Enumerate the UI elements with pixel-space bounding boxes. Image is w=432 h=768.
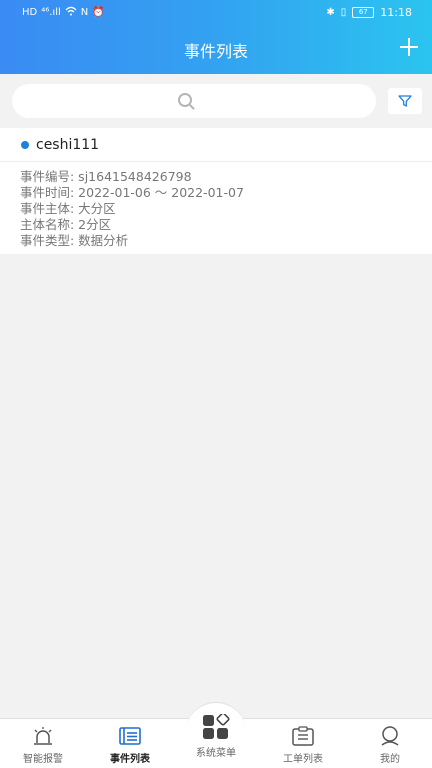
subject-name: 主体名称: 2分区 — [20, 217, 112, 232]
tab-label: 智能报警 — [23, 754, 63, 765]
event-card-header: ceshi111 — [0, 128, 432, 162]
battery-icon: 67 — [352, 7, 375, 18]
add-event-button[interactable] — [398, 36, 420, 58]
event-type: 事件类型: 数据分析 — [20, 233, 129, 248]
event-time: 事件时间: 2022-01-06 ～ 2022-01-07 — [20, 185, 244, 200]
signal-icon: ⁴⁶.ıll — [41, 7, 61, 18]
status-bar: HD ⁴⁶.ıll N ⏰ ✱ ▯ 67 11:18 — [0, 0, 432, 24]
vibrate-icon: ▯ — [340, 6, 347, 18]
event-details: 事件编号: sj1641548426798 事件时间: 2022-01-06 ～… — [0, 162, 432, 249]
work-order-icon — [292, 726, 314, 746]
alarm-clock-icon: ⏰ — [92, 7, 105, 18]
hd-icon: HD — [22, 7, 38, 18]
tab-work-order-list[interactable]: 工单列表 — [263, 720, 343, 766]
event-card[interactable]: ceshi111 事件编号: sj1641548426798 事件时间: 202… — [0, 128, 432, 254]
event-list-icon — [119, 727, 141, 745]
tab-smart-alarm[interactable]: 智能报警 — [3, 720, 83, 766]
page-title: 事件列表 — [183, 42, 248, 61]
tab-system-menu[interactable]: 系统菜单 — [176, 708, 256, 759]
search-input[interactable] — [32, 84, 356, 118]
event-number: 事件编号: sj1641548426798 — [20, 169, 192, 184]
tab-label: 我的 — [380, 754, 400, 765]
tab-profile[interactable]: 我的 — [350, 720, 430, 766]
tab-label: 事件列表 — [110, 754, 150, 765]
wifi-icon — [65, 6, 77, 20]
event-subject: 事件主体: 大分区 — [20, 201, 116, 216]
event-name: ceshi111 — [36, 136, 100, 153]
app-header: HD ⁴⁶.ıll N ⏰ ✱ ▯ 67 11:18 事件列表 — [0, 0, 432, 74]
alarm-bell-icon — [34, 727, 52, 745]
status-dot-icon — [21, 140, 29, 149]
status-time: 11:18 — [380, 6, 412, 19]
filter-icon — [398, 95, 412, 107]
profile-icon — [381, 726, 399, 746]
search-bar[interactable] — [12, 84, 376, 118]
tab-label: 系统菜单 — [196, 748, 236, 759]
tab-event-list[interactable]: 事件列表 — [90, 720, 170, 766]
bluetooth-icon: ✱ — [326, 6, 335, 18]
nfc-icon: N — [80, 7, 89, 18]
filter-button[interactable] — [388, 88, 422, 114]
tab-label: 工单列表 — [283, 754, 323, 765]
grid-menu-icon — [203, 714, 230, 739]
